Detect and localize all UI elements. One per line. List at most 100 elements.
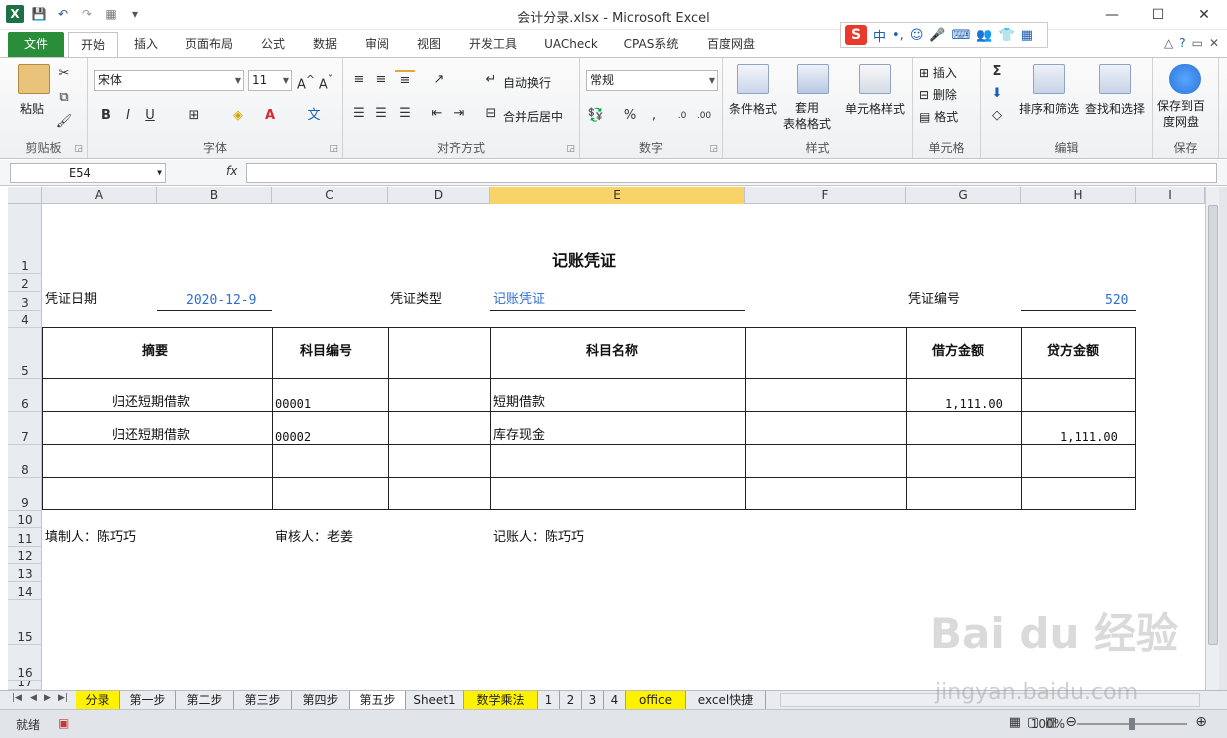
align-center-icon[interactable]: ☰ <box>371 104 391 124</box>
close-button[interactable]: ✕ <box>1181 0 1227 30</box>
row-header-4[interactable]: 4 <box>8 311 42 328</box>
row-header-17[interactable]: 17 <box>8 681 42 690</box>
tab-file[interactable]: 文件 <box>8 32 64 57</box>
row-header-15[interactable]: 15 <box>8 600 42 645</box>
sheet-tab-step4[interactable]: 第四步 <box>292 691 350 709</box>
zoom-in-icon[interactable]: ⊕ <box>1195 714 1207 730</box>
cell-styles-icon[interactable] <box>859 64 891 94</box>
row-header-7[interactable]: 7 <box>8 412 42 445</box>
apps-icon[interactable]: ▦ <box>1021 28 1033 43</box>
sheet-tab-office[interactable]: office <box>626 691 686 709</box>
conditional-format-icon[interactable] <box>737 64 769 94</box>
entry-credit[interactable]: 1,111.00 <box>1060 429 1118 445</box>
entry-account-name[interactable]: 短期借款 <box>493 395 545 411</box>
bookkeeper[interactable]: 记账人：陈巧巧 <box>493 530 584 546</box>
sheet-tab-step3[interactable]: 第三步 <box>234 691 292 709</box>
row-header-1[interactable]: 1 <box>8 204 42 274</box>
restore-workbook-icon[interactable]: ▭ <box>1192 36 1203 50</box>
entry-summary[interactable]: 归还短期借款 <box>112 395 190 411</box>
collapse-ribbon-icon[interactable]: △ <box>1164 36 1173 50</box>
baidu-cloud-icon[interactable] <box>1169 64 1201 94</box>
font-size-select[interactable]: 11 ▼ <box>248 70 292 91</box>
row-header-9[interactable]: 9 <box>8 478 42 511</box>
increase-decimal-icon[interactable]: .0 <box>672 106 692 126</box>
align-top-icon[interactable]: ≡ <box>349 70 369 90</box>
entry-account-code[interactable]: 00002 <box>275 429 311 445</box>
percent-button[interactable]: % <box>620 106 640 126</box>
column-header-g[interactable]: G <box>906 187 1021 204</box>
sort-filter-icon[interactable] <box>1033 64 1065 94</box>
column-header-h[interactable]: H <box>1021 187 1136 204</box>
entry-account-name[interactable]: 库存现金 <box>493 428 545 444</box>
row-header-16[interactable]: 16 <box>8 645 42 681</box>
tab-baidu-netdisk[interactable]: 百度网盘 <box>696 32 766 57</box>
column-header-b[interactable]: B <box>157 187 272 204</box>
zoom-slider[interactable] <box>1077 718 1187 730</box>
tab-insert[interactable]: 插入 <box>124 32 168 57</box>
fill-color-icon[interactable]: ◈ <box>228 106 248 126</box>
wrap-text-icon[interactable]: ↵ <box>481 70 501 90</box>
first-sheet-icon[interactable]: |◀ <box>12 693 22 703</box>
number-launcher-icon[interactable]: ◲ <box>709 144 718 154</box>
keyboard-icon[interactable]: ⌨ <box>952 28 971 43</box>
zoom-slider-knob[interactable] <box>1129 718 1135 730</box>
bold-button[interactable]: B <box>96 106 116 126</box>
autosum-button[interactable]: Σ <box>987 62 1007 82</box>
copy-icon[interactable]: ⧉ <box>54 88 74 108</box>
cut-icon[interactable]: ✂ <box>54 64 74 84</box>
tab-formulas[interactable]: 公式 <box>252 32 294 57</box>
zoom-level[interactable]: 100% <box>1031 717 1065 731</box>
fill-icon[interactable]: ⬇ <box>987 84 1007 104</box>
microphone-icon[interactable]: 🎤 <box>929 28 945 43</box>
row-header-6[interactable]: 6 <box>8 379 42 412</box>
last-sheet-icon[interactable]: ▶| <box>58 693 68 703</box>
column-header-f[interactable]: F <box>745 187 906 204</box>
zoom-out-icon[interactable]: ⊖ <box>1065 714 1077 730</box>
row-header-14[interactable]: 14 <box>8 582 42 600</box>
italic-button[interactable]: I <box>118 106 138 126</box>
align-bottom-icon[interactable]: ≡ <box>395 70 415 88</box>
clipboard-launcher-icon[interactable]: ◲ <box>74 144 83 154</box>
vertical-scrollbar[interactable] <box>1205 187 1219 690</box>
grow-font-icon[interactable]: A^ <box>296 70 316 92</box>
row-header-2[interactable]: 2 <box>8 274 42 292</box>
normal-view-icon[interactable]: ▦ <box>1009 715 1021 730</box>
emoji-icon[interactable]: ☺ <box>910 28 924 43</box>
conditional-format-button[interactable]: 条件格式 <box>729 100 777 117</box>
border-icon[interactable]: ⊞ <box>184 106 204 126</box>
entry-summary[interactable]: 归还短期借款 <box>112 428 190 444</box>
tab-data[interactable]: 数据 <box>304 32 346 57</box>
minimize-button[interactable]: — <box>1089 0 1135 30</box>
ime-toolbar[interactable]: S 中 •, ☺ 🎤 ⌨ 👥 👕 ▦ <box>840 22 1048 48</box>
sheet-tab-step5[interactable]: 第五步 <box>350 691 406 709</box>
font-name-select[interactable]: 宋体 ▼ <box>94 70 244 91</box>
row-header-13[interactable]: 13 <box>8 564 42 582</box>
type-label[interactable]: 凭证类型 <box>390 292 442 308</box>
sheet-tab-math[interactable]: 数学乘法 <box>464 691 538 709</box>
tab-cpas[interactable]: CPAS系统 <box>616 32 686 57</box>
formula-input[interactable] <box>246 163 1217 183</box>
entry-account-code[interactable]: 00001 <box>275 396 311 412</box>
sheet-tab-1[interactable]: 1 <box>538 691 560 709</box>
merge-center-icon[interactable]: ⊟ <box>481 104 501 124</box>
header-debit[interactable]: 借方金额 <box>932 344 984 360</box>
reviewer[interactable]: 审核人：老姜 <box>275 530 353 546</box>
row-header-12[interactable]: 12 <box>8 547 42 564</box>
sheet-tab-step2[interactable]: 第二步 <box>176 691 234 709</box>
header-account-name[interactable]: 科目名称 <box>586 344 638 360</box>
format-as-table-button[interactable]: 套用 表格格式 <box>783 100 831 132</box>
row-header-5[interactable]: 5 <box>8 328 42 379</box>
maximize-button[interactable]: ☐ <box>1135 0 1181 30</box>
row-header-10[interactable]: 10 <box>8 511 42 528</box>
format-cells-button[interactable]: ▤ 格式 <box>919 108 958 125</box>
insert-function-icon[interactable]: fx <box>226 164 237 178</box>
sheet-tab-fenlu[interactable]: 分录 <box>76 691 120 709</box>
find-select-button[interactable]: 查找和选择 <box>1085 100 1145 117</box>
wrap-text-button[interactable]: 自动换行 <box>503 74 551 91</box>
increase-indent-icon[interactable]: ⇥ <box>449 104 469 124</box>
vertical-scroll-thumb[interactable] <box>1208 205 1218 645</box>
tab-developer[interactable]: 开发工具 <box>460 32 526 57</box>
tab-page-layout[interactable]: 页面布局 <box>176 32 242 57</box>
merge-center-button[interactable]: 合并后居中 <box>503 108 563 125</box>
column-header-e[interactable]: E <box>490 187 745 204</box>
